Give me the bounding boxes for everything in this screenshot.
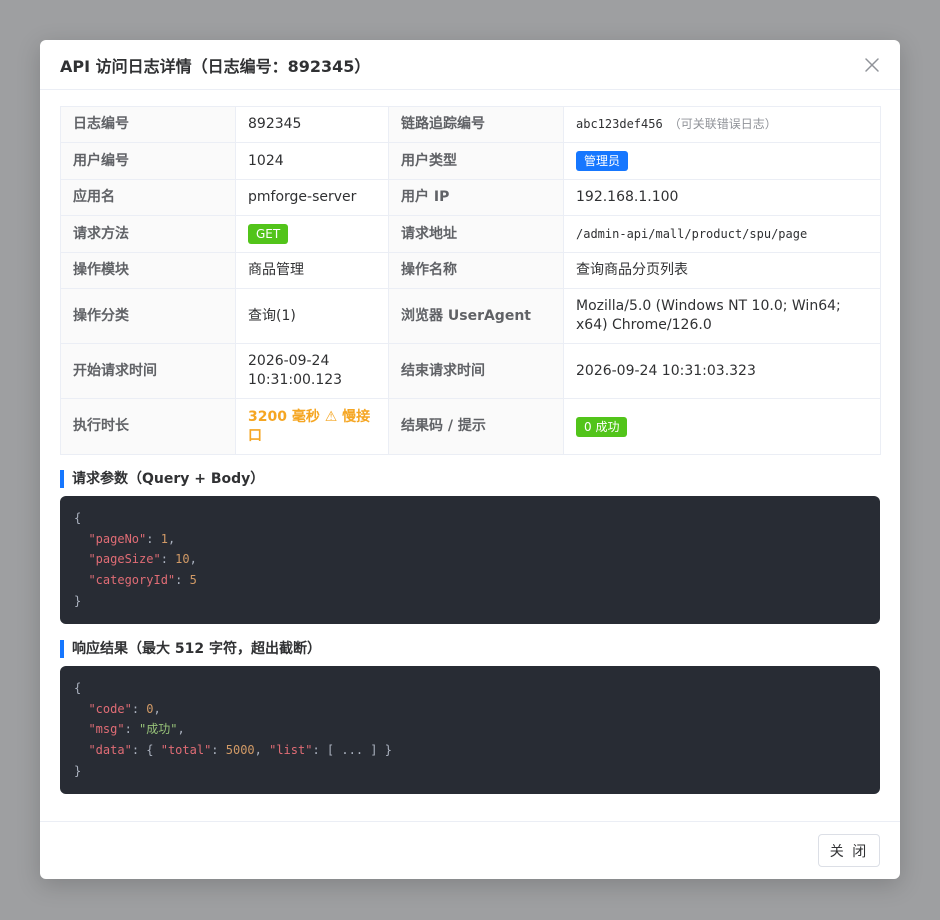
table-row: 日志编号 892345 链路追踪编号 abc123def456 （可关联错误日志） xyxy=(60,106,881,143)
request-params-title: 请求参数（Query + Body） xyxy=(60,470,880,488)
label-user-ip: 用户 IP xyxy=(388,179,564,216)
label-duration: 执行时长 xyxy=(60,398,236,455)
code-key: "pageSize" xyxy=(88,552,161,567)
user-type-badge: 管理员 xyxy=(576,151,629,171)
code-brace: } xyxy=(74,593,82,608)
code-key: "list" xyxy=(269,743,313,758)
table-row: 执行时长 3200 毫秒 ⚠ 慢接口 结果码 / 提示 0 成功 xyxy=(60,398,881,455)
trace-id-hint: （可关联错误日志） xyxy=(668,117,777,131)
code-number: 0 xyxy=(146,701,154,716)
close-icon[interactable] xyxy=(862,55,882,75)
code-brace: { xyxy=(74,511,82,525)
modal-body: 日志编号 892345 链路追踪编号 abc123def456 （可关联错误日志）… xyxy=(40,90,900,794)
duration-warning: 3200 毫秒 ⚠ 慢接口 xyxy=(248,408,371,444)
label-user-agent: 浏览器 UserAgent xyxy=(388,288,564,344)
table-row: 请求方法 GET 请求地址 /admin-api/mall/product/sp… xyxy=(60,215,881,253)
table-row: 开始请求时间 2026-09-24 10:31:00.123 结束请求时间 20… xyxy=(60,343,881,399)
value-module: 商品管理 xyxy=(235,252,389,289)
code-sep: : xyxy=(146,531,161,546)
response-result-title: 响应结果（最大 512 字符，超出截断） xyxy=(60,640,880,658)
code-key: "total" xyxy=(160,743,212,758)
value-app-name: pmforge-server xyxy=(235,179,389,216)
code-key: "msg" xyxy=(88,722,125,737)
label-user-type: 用户类型 xyxy=(388,142,564,180)
modal-title: API 访问日志详情（日志编号：892345） xyxy=(60,56,371,76)
label-user-id: 用户编号 xyxy=(60,142,236,180)
value-request-url-cell: /admin-api/mall/product/spu/page xyxy=(563,215,881,253)
value-trace-id-cell: abc123def456 （可关联错误日志） xyxy=(563,106,881,143)
label-result-code: 结果码 / 提示 xyxy=(388,398,564,455)
label-end-time: 结束请求时间 xyxy=(388,343,564,399)
label-begin-time: 开始请求时间 xyxy=(60,343,236,399)
value-user-id: 1024 xyxy=(235,142,389,180)
value-log-id: 892345 xyxy=(235,106,389,143)
value-user-type-cell: 管理员 xyxy=(563,142,881,180)
close-button[interactable]: 关 闭 xyxy=(818,834,880,867)
label-app-name: 应用名 xyxy=(60,179,236,216)
table-row: 应用名 pmforge-server 用户 IP 192.168.1.100 xyxy=(60,179,881,216)
code-sep: , xyxy=(167,531,176,546)
label-trace-id: 链路追踪编号 xyxy=(388,106,564,143)
response-result-code[interactable]: { "code": 0, "msg": "成功", "data": { "tot… xyxy=(60,666,880,794)
label-log-id: 日志编号 xyxy=(60,106,236,143)
code-sep: : xyxy=(175,573,190,588)
table-row: 用户编号 1024 用户类型 管理员 xyxy=(60,142,881,180)
code-string: "成功" xyxy=(139,722,178,737)
value-user-ip: 192.168.1.100 xyxy=(563,179,881,216)
value-result-code-cell: 0 成功 xyxy=(563,398,881,455)
value-begin-time: 2026-09-24 10:31:00.123 xyxy=(235,343,389,399)
code-key: "data" xyxy=(88,743,132,758)
code-list-value: [ ... ] xyxy=(326,743,378,758)
value-trace-id[interactable]: abc123def456 xyxy=(576,117,663,131)
modal-footer: 关 闭 xyxy=(40,821,900,879)
value-request-method-cell: GET xyxy=(235,215,389,253)
result-code-badge: 0 成功 xyxy=(576,416,628,437)
code-number: 1 xyxy=(160,531,168,546)
request-params-code[interactable]: { "pageNo": 1, "pageSize": 10, "category… xyxy=(60,496,880,624)
code-number: 5000 xyxy=(225,743,255,758)
label-request-method: 请求方法 xyxy=(60,215,236,253)
value-operation-type: 查询(1) xyxy=(235,288,389,344)
value-end-time: 2026-09-24 10:31:03.323 xyxy=(563,343,881,399)
detail-table: 日志编号 892345 链路追踪编号 abc123def456 （可关联错误日志）… xyxy=(60,106,881,455)
value-request-url: /admin-api/mall/product/spu/page xyxy=(576,226,808,241)
label-operation-type: 操作分类 xyxy=(60,288,236,344)
value-duration-cell: 3200 毫秒 ⚠ 慢接口 xyxy=(235,398,389,455)
table-row: 操作模块 商品管理 操作名称 查询商品分页列表 xyxy=(60,252,881,289)
label-request-url: 请求地址 xyxy=(388,215,564,253)
code-key: "code" xyxy=(88,701,132,716)
label-operation-name: 操作名称 xyxy=(388,252,564,289)
code-sep: : xyxy=(160,552,176,567)
api-log-detail-modal: API 访问日志详情（日志编号：892345） 日志编号 892345 链路追踪… xyxy=(40,40,900,879)
code-sep: , xyxy=(189,552,197,567)
code-key: "categoryId" xyxy=(88,573,176,588)
code-number: 5 xyxy=(189,573,197,588)
value-operation-name: 查询商品分页列表 xyxy=(563,252,881,289)
modal-header: API 访问日志详情（日志编号：892345） xyxy=(40,40,900,90)
label-module: 操作模块 xyxy=(60,252,236,289)
table-row: 操作分类 查询(1) 浏览器 UserAgent Mozilla/5.0 (Wi… xyxy=(60,288,881,344)
value-user-agent: Mozilla/5.0 (Windows NT 10.0; Win64; x64… xyxy=(563,288,881,344)
code-key: "pageNo" xyxy=(88,531,147,546)
code-number: 10 xyxy=(175,552,190,567)
request-method-badge: GET xyxy=(248,224,289,244)
